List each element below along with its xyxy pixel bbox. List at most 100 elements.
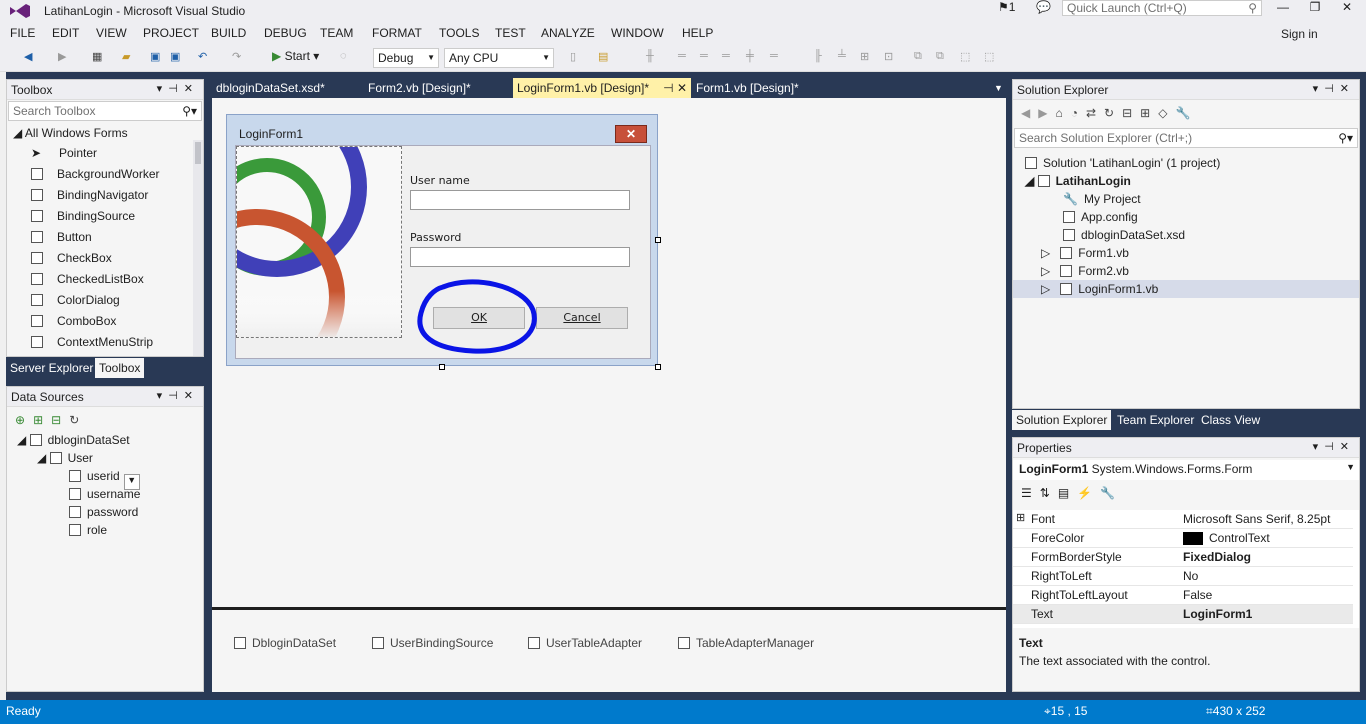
toolbox-scrollbar[interactable] bbox=[193, 140, 203, 356]
alphabetical-icon[interactable]: ⇅ bbox=[1040, 486, 1058, 500]
make-same-width-icon[interactable]: ╟ bbox=[814, 50, 822, 66]
sync-icon[interactable]: ◔ bbox=[1071, 106, 1086, 120]
edit-dataset-icon[interactable]: ⊞ bbox=[33, 413, 51, 427]
expand-icon[interactable]: ⊞ bbox=[1016, 511, 1025, 524]
forward-icon[interactable]: ▶ bbox=[1038, 106, 1055, 120]
back-icon[interactable]: ◀ bbox=[1021, 106, 1038, 120]
redo-icon[interactable]: ↷ bbox=[232, 50, 241, 66]
make-same-height-icon[interactable]: ╧ bbox=[838, 50, 846, 66]
platform-select[interactable]: Any CPU ▼ bbox=[444, 48, 554, 68]
lock-controls-icon[interactable]: ⬚ bbox=[984, 50, 994, 66]
panel-controls-icon[interactable]: ▾⊣✕ bbox=[1313, 440, 1355, 453]
save-icon[interactable]: ▣ bbox=[150, 50, 160, 66]
property-row-forecolor[interactable]: ForeColor ControlText bbox=[1013, 529, 1353, 548]
events-icon[interactable]: ⚡ bbox=[1077, 486, 1100, 500]
start-button[interactable]: ▶ Start ▾ bbox=[272, 49, 319, 63]
home-icon[interactable]: ⌂ bbox=[1055, 106, 1070, 120]
tab-dropdown-icon[interactable]: ▼ bbox=[990, 80, 1007, 100]
toolbox-item-checkbox[interactable]: CheckBox bbox=[31, 251, 112, 265]
align-right-icon[interactable]: ═ bbox=[700, 50, 708, 66]
login-form-preview[interactable]: LoginForm1 ✕ User name Password OK Cance… bbox=[226, 114, 658, 366]
tab-form2-design[interactable]: Form2.vb [Design]* bbox=[364, 78, 475, 98]
tree-field-role[interactable]: role bbox=[69, 523, 107, 537]
config-select[interactable]: Debug ▼ bbox=[373, 48, 439, 68]
cancel-button[interactable]: Cancel bbox=[536, 307, 628, 329]
tray-item-bindingsource[interactable]: UserBindingSource bbox=[372, 636, 493, 650]
menu-format[interactable]: FORMAT bbox=[372, 26, 422, 40]
property-row-righttoleftlayout[interactable]: RightToLeftLayout False bbox=[1013, 586, 1353, 605]
add-data-source-icon[interactable]: ⊕ bbox=[15, 413, 33, 427]
solution-search-input[interactable]: Search Solution Explorer (Ctrl+;) ⚲▾ bbox=[1014, 128, 1358, 148]
menu-edit[interactable]: EDIT bbox=[52, 26, 79, 40]
menu-test[interactable]: TEST bbox=[495, 26, 526, 40]
logo-picturebox[interactable] bbox=[236, 146, 402, 338]
notification-flag-icon[interactable]: ⚑1 bbox=[998, 0, 1022, 16]
menu-tools[interactable]: TOOLS bbox=[439, 26, 479, 40]
property-row-text[interactable]: Text LoginForm1 bbox=[1013, 605, 1353, 624]
menu-debug[interactable]: DEBUG bbox=[264, 26, 307, 40]
menu-project[interactable]: PROJECT bbox=[143, 26, 199, 40]
attach-icon[interactable]: ◌ bbox=[340, 50, 347, 66]
categorized-icon[interactable]: ☰ bbox=[1021, 486, 1040, 500]
tree-form2[interactable]: ▷ Form2.vb bbox=[1041, 264, 1129, 278]
save-all-icon[interactable]: ▣ bbox=[170, 50, 180, 66]
bring-to-front-icon[interactable]: ⧉ bbox=[914, 50, 922, 66]
make-same-size-icon[interactable]: ⊡ bbox=[884, 50, 893, 66]
tree-field-password[interactable]: password bbox=[69, 505, 138, 519]
toolbox-item-backgroundworker[interactable]: BackgroundWorker bbox=[31, 167, 160, 181]
align-bottom-icon[interactable]: ═ bbox=[770, 50, 778, 66]
minimize-button[interactable]: — bbox=[1268, 0, 1298, 16]
forward-icon[interactable]: ▶ bbox=[58, 50, 66, 66]
toolbox-group[interactable]: ◢ All Windows Forms bbox=[13, 126, 128, 140]
toolbox-item-button[interactable]: Button bbox=[31, 230, 92, 244]
tab-solution-explorer[interactable]: Solution Explorer bbox=[1012, 410, 1112, 430]
tab-order-icon[interactable]: ⬚ bbox=[960, 50, 970, 66]
configure-icon[interactable]: ⊟ bbox=[51, 413, 69, 427]
resize-handle-corner[interactable] bbox=[655, 364, 661, 370]
panel-controls-icon[interactable]: ▾⊣✕ bbox=[1313, 82, 1355, 95]
panel-controls-icon[interactable]: ▾⊣✕ bbox=[157, 82, 199, 95]
tab-dblogindataset-xsd[interactable]: dbloginDataSet.xsd* bbox=[212, 78, 329, 98]
properties-icon[interactable]: 🔧 bbox=[1175, 106, 1198, 120]
restore-button[interactable]: ❐ bbox=[1300, 0, 1330, 16]
feedback-icon[interactable]: 💬 bbox=[1036, 0, 1054, 16]
resize-handle-right[interactable] bbox=[655, 237, 661, 243]
tray-item-tableadaptermanager[interactable]: TableAdapterManager bbox=[678, 636, 814, 650]
size-to-grid-icon[interactable]: ⊞ bbox=[860, 50, 869, 66]
toolbox-item-checkedlistbox[interactable]: CheckedListBox bbox=[31, 272, 144, 286]
resize-handle-bottom[interactable] bbox=[439, 364, 445, 370]
properties-view-icon[interactable]: ▤ bbox=[1058, 486, 1077, 500]
toolbox-item-bindingsource[interactable]: BindingSource bbox=[31, 209, 135, 223]
property-row-righttoleft[interactable]: RightToLeft No bbox=[1013, 567, 1353, 586]
new-project-icon[interactable]: ▦ bbox=[92, 50, 102, 66]
menu-build[interactable]: BUILD bbox=[211, 26, 246, 40]
toolbox-item-pointer[interactable]: ➤ Pointer bbox=[31, 146, 97, 160]
tab-toolbox[interactable]: Toolbox bbox=[95, 358, 145, 378]
password-field[interactable] bbox=[410, 247, 630, 267]
menu-window[interactable]: WINDOW bbox=[611, 26, 664, 40]
menu-help[interactable]: HELP bbox=[682, 26, 713, 40]
collapse-all-icon[interactable]: ⊟ bbox=[1122, 106, 1140, 120]
tree-dataset[interactable]: ◢ dbloginDataSet bbox=[17, 433, 130, 447]
tray-item-dataset[interactable]: DbloginDataSet bbox=[234, 636, 336, 650]
tab-form1-design[interactable]: Form1.vb [Design]* bbox=[692, 78, 803, 98]
refresh-icon[interactable]: ↻ bbox=[1104, 106, 1122, 120]
pin-close-icon[interactable]: ⊣ ✕ bbox=[663, 81, 687, 95]
property-pages-icon[interactable]: 🔧 bbox=[1100, 486, 1123, 500]
send-to-back-icon[interactable]: ⧉ bbox=[936, 50, 944, 66]
tree-project[interactable]: ◢ LatihanLogin bbox=[1025, 174, 1131, 188]
tree-loginform1[interactable]: ▷ LoginForm1.vb bbox=[1041, 282, 1158, 296]
property-row-font[interactable]: ⊞ Font Microsoft Sans Serif, 8.25pt bbox=[1013, 510, 1353, 529]
tab-team-explorer[interactable]: Team Explorer bbox=[1113, 410, 1198, 430]
quick-launch-input[interactable]: Quick Launch (Ctrl+Q) ⚲ bbox=[1062, 0, 1262, 16]
toolbox-item-combobox[interactable]: ComboBox bbox=[31, 314, 116, 328]
tab-server-explorer[interactable]: Server Explorer bbox=[6, 358, 97, 378]
back-icon[interactable]: ◀ bbox=[24, 50, 32, 66]
refresh-icon[interactable]: ↻ bbox=[69, 413, 87, 427]
view-code-icon[interactable]: ◇ bbox=[1158, 106, 1175, 120]
open-file-icon[interactable]: ▰ bbox=[122, 50, 130, 66]
align-top-icon[interactable]: ═ bbox=[722, 50, 730, 66]
show-all-files-icon[interactable]: ⊞ bbox=[1140, 106, 1158, 120]
toolbox-item-bindingnavigator[interactable]: BindingNavigator bbox=[31, 188, 148, 202]
tray-item-tableadapter[interactable]: UserTableAdapter bbox=[528, 636, 642, 650]
